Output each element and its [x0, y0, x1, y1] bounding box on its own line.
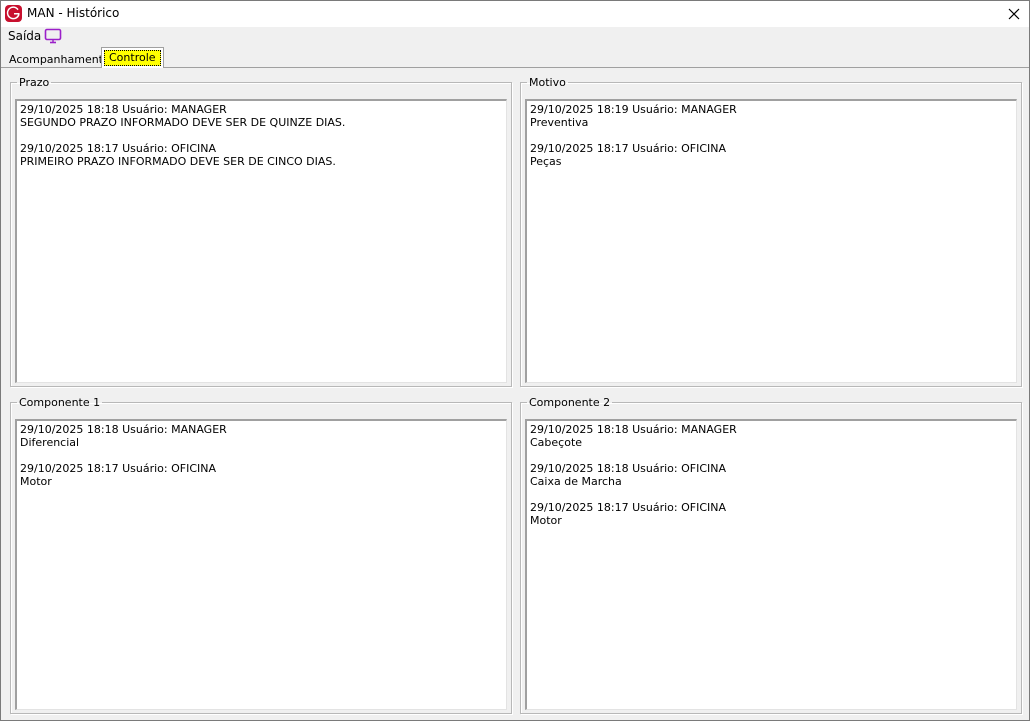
memo-componente-1[interactable]: 29/10/2025 18:18 Usuário: MANAGER Difere… [15, 419, 507, 710]
history-entry: 29/10/2025 18:18 Usuário: MANAGER Cabeço… [530, 423, 1013, 449]
entry-header: 29/10/2025 18:17 Usuário: OFICINA [20, 142, 217, 155]
group-prazo: Prazo 29/10/2025 18:18 Usuário: MANAGER … [10, 76, 512, 387]
entry-text: Caixa de Marcha [530, 475, 622, 488]
entry-header: 29/10/2025 18:17 Usuário: OFICINA [530, 142, 727, 155]
history-entry: 29/10/2025 18:17 Usuário: OFICINA Motor [530, 501, 1013, 527]
entry-header: 29/10/2025 18:18 Usuário: OFICINA [530, 462, 727, 475]
entry-text: Motor [530, 514, 562, 527]
group-componente-1: Componente 1 29/10/2025 18:18 Usuário: M… [10, 396, 512, 714]
entry-header: 29/10/2025 18:19 Usuário: MANAGER [530, 103, 737, 116]
memo-componente-2[interactable]: 29/10/2025 18:18 Usuário: MANAGER Cabeço… [525, 419, 1017, 710]
group-prazo-title: Prazo [19, 76, 50, 89]
entry-header: 29/10/2025 18:18 Usuário: MANAGER [530, 423, 737, 436]
memo-prazo[interactable]: 29/10/2025 18:18 Usuário: MANAGER SEGUND… [15, 99, 507, 383]
window-title: MAN - Histórico [27, 6, 120, 20]
entry-text: SEGUNDO PRAZO INFORMADO DEVE SER DE QUIN… [20, 116, 346, 129]
history-entry: 29/10/2025 18:18 Usuário: MANAGER SEGUND… [20, 103, 503, 129]
history-entry: 29/10/2025 18:17 Usuário: OFICINA Peças [530, 142, 1013, 168]
history-entry: 29/10/2025 18:18 Usuário: MANAGER Difere… [20, 423, 503, 449]
entry-text: PRIMEIRO PRAZO INFORMADO DEVE SER DE CIN… [20, 155, 336, 168]
entry-text: Diferencial [20, 436, 80, 449]
group-componente-1-title: Componente 1 [19, 396, 101, 409]
history-entry: 29/10/2025 18:19 Usuário: MANAGER Preven… [530, 103, 1013, 129]
entry-text: Motor [20, 475, 52, 488]
close-icon [1008, 8, 1020, 20]
group-motivo: Motivo 29/10/2025 18:19 Usuário: MANAGER… [520, 76, 1022, 387]
tab-strip: Acompanhamento Controle [1, 46, 1029, 68]
group-componente-2: Componente 2 29/10/2025 18:18 Usuário: M… [520, 396, 1022, 714]
title-bar[interactable]: MAN - Histórico [1, 1, 1029, 27]
tab-controle[interactable]: Controle [101, 47, 164, 68]
main-window: MAN - Histórico Saída Acompanhamento Con… [0, 0, 1030, 721]
tab-content: Prazo 29/10/2025 18:18 Usuário: MANAGER … [2, 68, 1028, 720]
memo-motivo[interactable]: 29/10/2025 18:19 Usuário: MANAGER Preven… [525, 99, 1017, 383]
entry-header: 29/10/2025 18:18 Usuário: MANAGER [20, 103, 227, 116]
group-motivo-title: Motivo [529, 76, 566, 89]
entry-header: 29/10/2025 18:17 Usuário: OFICINA [530, 501, 727, 514]
menu-bar: Saída [1, 27, 1029, 46]
close-button[interactable] [999, 1, 1029, 27]
history-entry: 29/10/2025 18:18 Usuário: OFICINA Caixa … [530, 462, 1013, 488]
history-entry: 29/10/2025 18:17 Usuário: OFICINA PRIMEI… [20, 142, 503, 168]
entry-text: Cabeçote [530, 436, 583, 449]
history-entry: 29/10/2025 18:17 Usuário: OFICINA Motor [20, 462, 503, 488]
g-logo-icon [5, 5, 22, 22]
group-componente-2-title: Componente 2 [529, 396, 611, 409]
menu-saida[interactable]: Saída [8, 29, 41, 43]
entry-text: Preventiva [530, 116, 589, 129]
entry-header: 29/10/2025 18:17 Usuário: OFICINA [20, 462, 217, 475]
tab-controle-label: Controle [104, 50, 161, 66]
monitor-icon[interactable] [44, 28, 62, 44]
entry-header: 29/10/2025 18:18 Usuário: MANAGER [20, 423, 227, 436]
entry-text: Peças [530, 155, 562, 168]
